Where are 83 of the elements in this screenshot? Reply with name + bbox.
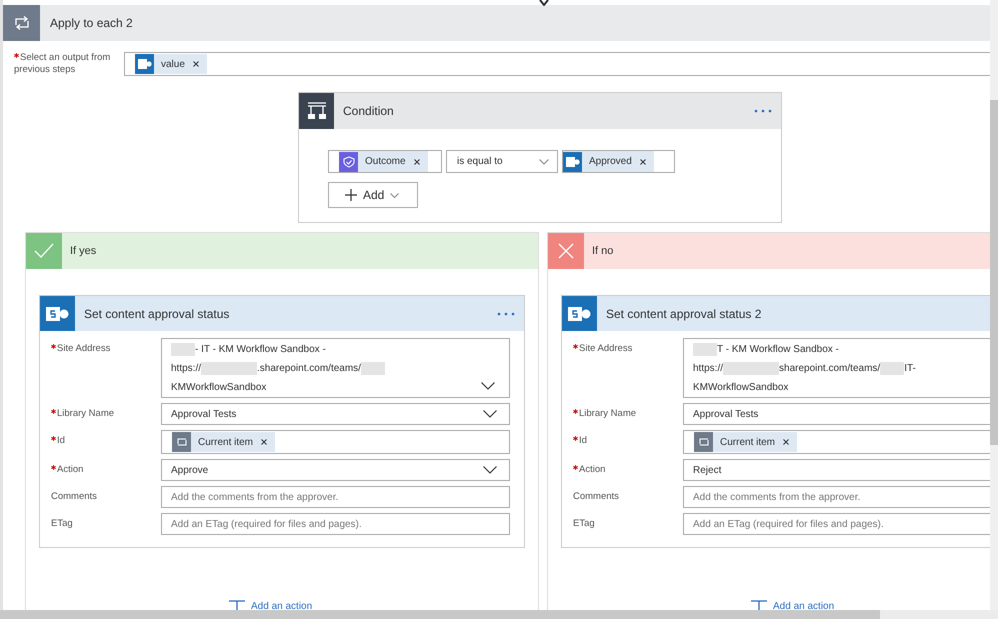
- condition-value-field[interactable]: Outcome: [328, 150, 442, 173]
- redaction-block: [171, 342, 195, 356]
- select-field[interactable]: Approval Tests: [683, 403, 990, 425]
- chevron-down-icon: [390, 192, 400, 198]
- loop-icon: [176, 437, 188, 447]
- address-text: IT-: [904, 362, 916, 374]
- token-chip[interactable]: Approved: [563, 151, 654, 172]
- remove-icon[interactable]: [783, 439, 790, 445]
- action-title: Set content approval status 2: [606, 306, 762, 320]
- operator-dropdown[interactable]: is equal to: [446, 150, 558, 173]
- remove-icon[interactable]: [640, 158, 646, 164]
- field-label: Site Address: [562, 338, 683, 354]
- select-field[interactable]: Approve: [161, 459, 510, 481]
- field-label: Library Name: [40, 403, 161, 419]
- select-field[interactable]: Reject: [683, 459, 990, 481]
- action-title: Set content approval status: [84, 306, 230, 320]
- more-icon[interactable]: [754, 109, 772, 113]
- remove-icon[interactable]: [261, 439, 268, 445]
- redaction-block: [880, 362, 904, 374]
- address-text: KMWorkflowSandbox: [171, 382, 266, 392]
- add-action-link[interactable]: Add an action: [228, 600, 312, 610]
- loop-icon: [698, 437, 710, 447]
- field-label: ETag: [50, 517, 74, 529]
- input-field[interactable]: Add the comments from the approver.: [683, 486, 990, 508]
- field-label: Id: [40, 430, 161, 446]
- condition-value-field[interactable]: Approved: [562, 150, 675, 173]
- sharepoint-icon: [138, 58, 152, 70]
- address-text: https://: [693, 362, 724, 374]
- redaction-block: [201, 362, 258, 374]
- redaction-block: [723, 362, 780, 374]
- address-text: .sharepoint.com/teams/: [257, 362, 361, 374]
- condition-icon: [306, 102, 326, 120]
- address-text: sharepoint.com/teams/: [779, 362, 880, 374]
- field-label: Library Name: [562, 403, 683, 419]
- id-field[interactable]: Current item: [161, 430, 510, 454]
- add-button[interactable]: Add: [328, 182, 418, 208]
- close-icon: [558, 243, 574, 259]
- field-label: ETag: [572, 517, 596, 529]
- address-text: KMWorkflowSandbox: [693, 382, 788, 392]
- branch-title: If yes: [70, 245, 96, 257]
- loop-title: Apply to each 2: [50, 16, 133, 30]
- redaction-block: [360, 362, 385, 374]
- input-field[interactable]: Add an ETag (required for files and pages).: [161, 513, 510, 535]
- output-field[interactable]: value: [124, 52, 990, 76]
- select-field[interactable]: Approval Tests: [161, 403, 510, 425]
- branch-title: If no: [592, 245, 614, 257]
- id-field[interactable]: Current item: [683, 430, 990, 454]
- field-label: Id: [562, 430, 683, 446]
- field-label: Site Address: [40, 338, 161, 354]
- scrollbar-thumb[interactable]: [0, 610, 880, 619]
- remove-icon[interactable]: [192, 61, 199, 67]
- input-field[interactable]: Add an ETag (required for files and pages).: [683, 513, 990, 535]
- field-label: Comments: [50, 490, 98, 502]
- token-chip[interactable]: Current item: [694, 432, 798, 452]
- add-step-icon: [750, 600, 768, 610]
- remove-icon[interactable]: [414, 158, 420, 164]
- address-text: - IT - KM Workflow Sandbox -: [195, 344, 326, 354]
- sharepoint-icon: [566, 156, 580, 168]
- address-text: T - KM Workflow Sandbox -: [717, 344, 839, 354]
- scrollbar-thumb[interactable]: [990, 100, 998, 445]
- token-chip[interactable]: Outcome: [339, 151, 428, 172]
- add-action-link[interactable]: Add an action: [750, 600, 834, 610]
- chevron-down-icon: [539, 158, 549, 164]
- plus-icon: [345, 189, 357, 201]
- input-field[interactable]: Add the comments from the approver.: [161, 486, 510, 508]
- more-icon[interactable]: [497, 312, 515, 316]
- add-step-icon: [228, 600, 246, 610]
- field-label: Action: [40, 459, 161, 475]
- field-label: Action: [562, 459, 683, 475]
- field-label: Comments: [572, 490, 620, 502]
- condition-title: Condition: [343, 104, 395, 118]
- token-chip[interactable]: Current item: [172, 432, 276, 452]
- site-address-dropdown[interactable]: T - KM Workflow Sandbox - https:// sharepoint.com/teams/ IT- KMWorkflowSandbox: [683, 338, 990, 398]
- approval-icon: [342, 156, 354, 168]
- arrow-down-icon: [539, 0, 549, 6]
- token-chip[interactable]: value: [135, 54, 207, 74]
- address-text: https://: [171, 362, 202, 374]
- output-label: Select an output from previous steps: [13, 52, 112, 76]
- loop-icon: [12, 16, 30, 30]
- check-icon: [34, 243, 54, 259]
- redaction-block: [693, 342, 717, 356]
- loop-header[interactable]: Apply to each 2: [3, 5, 990, 41]
- site-address-dropdown[interactable]: - IT - KM Workflow Sandbox - https:// .sharepoint.com/teams/ KMWorkflowSandbox: [161, 338, 510, 398]
